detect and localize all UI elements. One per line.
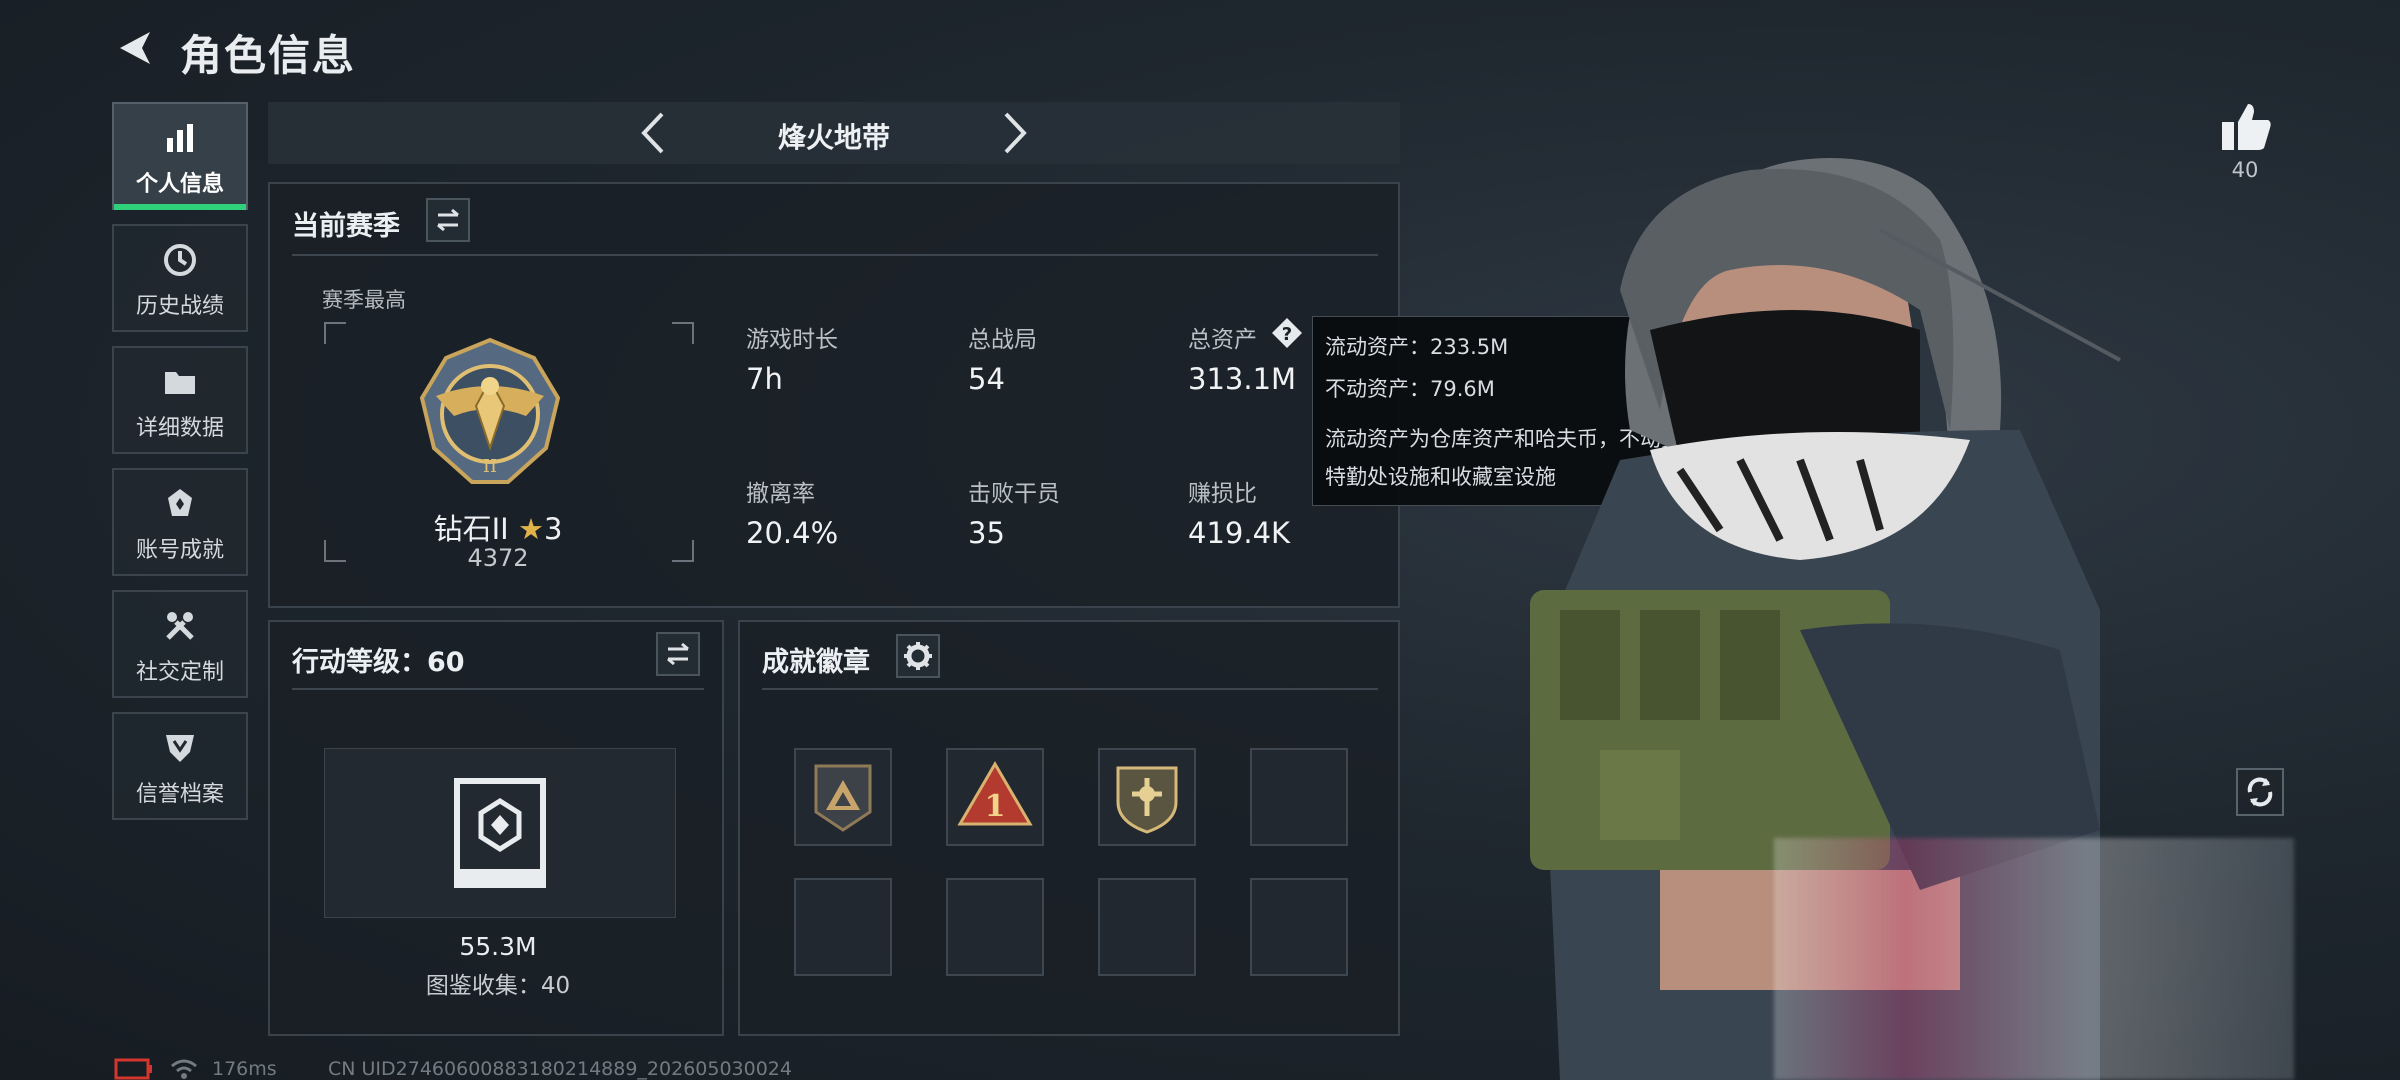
badge-slot-empty[interactable] <box>1250 748 1348 846</box>
current-season-panel: 当前赛季 赛季最高 II 钻石II ★3 4372 游戏时长 7h 总战局 54… <box>268 182 1400 608</box>
stat-value: 7h <box>746 362 783 396</box>
sidebar-item-credit[interactable]: 信誉档案 <box>112 712 248 820</box>
badge-slot-empty[interactable] <box>946 878 1044 976</box>
battery-icon <box>114 1058 152 1080</box>
action-level-title: 行动等级：60 <box>292 647 465 678</box>
stat-value: 313.1M <box>1188 362 1297 396</box>
clock-icon <box>164 244 196 276</box>
collection-cabinet-icon <box>454 778 546 888</box>
stat-label: 赚损比 <box>1188 481 1257 507</box>
achievement-badges-panel: 成就徽章 1 <box>738 620 1400 1036</box>
badge-slot-empty[interactable] <box>794 878 892 976</box>
swap-icon <box>667 642 689 666</box>
shield-badge-icon <box>1116 766 1178 834</box>
rotate-icon <box>2247 777 2273 807</box>
rotate-view-button[interactable] <box>2236 768 2284 816</box>
stat-label: 撤离率 <box>746 481 815 507</box>
frame-corner <box>324 322 346 344</box>
stat-value: 419.4K <box>1188 516 1291 550</box>
action-level-panel: 行动等级：60 55.3M 图鉴收集：40 <box>268 620 724 1036</box>
frame-corner <box>672 540 694 562</box>
badge-slot[interactable] <box>794 748 892 846</box>
sidebar-item-achievements[interactable]: 账号成就 <box>112 468 248 576</box>
sidebar-item-label: 详细数据 <box>135 416 224 441</box>
rank-name: 钻石II <box>433 512 509 546</box>
thumbs-up-icon[interactable] <box>2216 96 2276 156</box>
triangle-badge-icon <box>814 764 872 832</box>
folder-icon <box>165 372 195 394</box>
stat-label: 总资产 <box>1188 327 1257 353</box>
season-switch-button[interactable] <box>426 198 470 242</box>
collection-value: 55.3M <box>459 932 537 961</box>
help-icon[interactable]: ? <box>1270 316 1304 350</box>
sidebar-item-label: 历史战绩 <box>135 294 224 319</box>
rank-stars: 3 <box>543 512 563 546</box>
stat-value: 54 <box>968 362 1005 396</box>
back-arrow-icon[interactable] <box>112 26 156 70</box>
rank-star-icon: ★ <box>517 512 544 546</box>
stat-label: 总战局 <box>968 327 1037 353</box>
badge-slot-empty[interactable] <box>1250 878 1348 976</box>
stat-value: 35 <box>968 516 1005 550</box>
sidebar-item-personal-info[interactable]: 个人信息 <box>112 102 248 210</box>
sidebar-item-label: 账号成就 <box>135 538 224 563</box>
sidebar-item-history[interactable]: 历史战绩 <box>112 224 248 332</box>
swap-icon <box>437 208 459 232</box>
collection-frame[interactable] <box>324 748 676 918</box>
sidebar-item-detail-data[interactable]: 详细数据 <box>112 346 248 454</box>
map-selector: 烽火地带 <box>268 102 1400 164</box>
badge-settings-button[interactable] <box>896 634 940 678</box>
map-name: 烽火地带 <box>777 121 890 154</box>
divider <box>292 254 1378 256</box>
blurred-overlay <box>1774 838 2294 1080</box>
achievement-icon <box>168 489 192 516</box>
active-indicator <box>114 204 246 210</box>
svg-text:1: 1 <box>985 789 1006 824</box>
first-place-badge-icon: 1 <box>957 761 1033 826</box>
svg-text:?: ? <box>1282 324 1292 345</box>
badge-slot[interactable] <box>1098 748 1196 846</box>
liquid-asset-text: 流动资产：233.5M <box>1325 335 1509 359</box>
collection-count: 图鉴收集：40 <box>425 973 571 999</box>
divider <box>762 688 1378 690</box>
action-level-switch-button[interactable] <box>656 632 700 676</box>
sidebar-item-label: 个人信息 <box>135 172 224 197</box>
stat-value: 20.4% <box>746 516 839 550</box>
sidebar-item-label: 信誉档案 <box>135 782 224 807</box>
sidebar-item-label: 社交定制 <box>135 660 224 685</box>
fixed-asset-text: 不动资产：79.6M <box>1325 377 1495 401</box>
season-title: 当前赛季 <box>292 211 400 242</box>
divider <box>292 688 704 690</box>
ping-text: 176ms <box>212 1058 277 1080</box>
svg-text:II: II <box>483 456 497 477</box>
uid-text: CN UID2746060088318021488​9_202605030024 <box>328 1058 792 1080</box>
wifi-icon <box>171 1059 197 1079</box>
page-title: 角色信息 <box>180 31 357 80</box>
stat-label: 游戏时长 <box>746 327 838 353</box>
badge-slot-empty[interactable] <box>1098 878 1196 976</box>
frame-corner <box>672 322 694 344</box>
tools-icon <box>166 612 194 640</box>
badge-slot[interactable]: 1 <box>946 748 1044 846</box>
gear-icon <box>904 642 932 670</box>
season-best-label: 赛季最高 <box>322 288 406 312</box>
bar-chart-icon <box>167 124 193 152</box>
chevron-right-icon[interactable] <box>988 108 1038 158</box>
rank-points: 4372 <box>467 544 529 572</box>
rank-line: 钻石II ★3 <box>338 506 658 548</box>
achievements-title: 成就徽章 <box>762 647 870 678</box>
stat-label: 击败干员 <box>968 481 1060 507</box>
shield-icon <box>166 735 194 762</box>
sidebar-item-social[interactable]: 社交定制 <box>112 590 248 698</box>
diamond-rank-emblem-icon: II <box>419 337 561 484</box>
like-count: 40 <box>2231 158 2259 182</box>
